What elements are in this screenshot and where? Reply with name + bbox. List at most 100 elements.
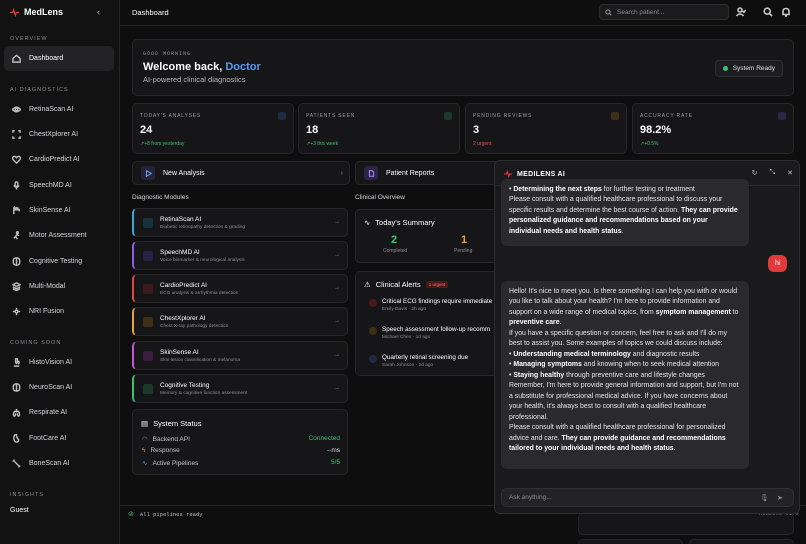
chart-icon — [278, 112, 286, 120]
status-row-response: ϟ Response --ms — [142, 447, 340, 454]
pending-count: 1 — [461, 234, 468, 246]
search-box[interactable] — [599, 4, 729, 20]
sidebar-item-footcare[interactable]: FootCare AI — [4, 426, 114, 451]
stat-card-pending[interactable]: PENDING REVIEWS 3 2 urgent — [465, 103, 627, 154]
sidebar-item-neuroscan[interactable]: NeuroScan AI — [4, 375, 114, 400]
stat-note: 2 urgent — [473, 141, 492, 147]
module-subtitle: ECG analysis & arrhythmia detection — [160, 291, 239, 296]
search-input[interactable] — [617, 8, 717, 16]
sidebar-item-dashboard[interactable]: Dashboard — [4, 46, 114, 71]
module-subtitle: Diabetic retinopathy detection & grading — [160, 225, 246, 230]
heart-icon — [12, 155, 21, 164]
arrow-right-icon: → — [334, 352, 340, 358]
arrow-right-icon: → — [334, 252, 340, 258]
bell-icon[interactable] — [781, 7, 791, 17]
new-analysis-button[interactable]: New Analysis › — [132, 161, 350, 185]
stat-card-accuracy[interactable]: ACCURACY RATE 98.2% ↗+0.5% — [632, 103, 794, 154]
chat-input[interactable] — [509, 494, 739, 501]
module-card-cardiopredict[interactable]: CardioPredict AI ECG analysis & arrhythm… — [132, 274, 348, 303]
sidebar-item-skinsense[interactable]: SkinSense AI — [4, 198, 114, 223]
chat-tools: ↻ ⤡ ✕ — [752, 169, 793, 177]
sidebar-item-multi-modal[interactable]: Multi-Modal — [4, 274, 114, 299]
patient-reports-button[interactable]: Patient Reports — [355, 161, 501, 185]
sidebar-item-label: SpeechMD AI — [29, 182, 72, 189]
pipelines-status: ⊘ All pipelines ready — [128, 510, 203, 519]
sidebar-item-cardiopredict[interactable]: CardioPredict AI — [4, 147, 114, 172]
alert-item[interactable]: Critical ECG findings require immediate … — [364, 296, 502, 320]
sidebar-item-chestxplorer[interactable]: ChestXplorer AI — [4, 122, 114, 147]
stat-label: PENDING REVIEWS — [473, 113, 533, 119]
welcome-title: Welcome back, Doctor — [143, 61, 261, 73]
sidebar-item-motor-assessment[interactable]: Motor Assessment — [4, 223, 114, 248]
search-icon — [605, 8, 612, 16]
section-clinical-overview: Clinical Overview — [355, 194, 405, 201]
sidebar-item-respirate[interactable]: Respirate AI — [4, 400, 114, 425]
stat-card-patients[interactable]: PATIENTS SEEN 18 ↗+3 this week — [298, 103, 460, 154]
sidebar-item-label: Respirate AI — [29, 409, 68, 416]
sidebar-item-label: Motor Assessment — [29, 232, 87, 239]
user-check-icon[interactable] — [735, 7, 747, 17]
send-icon[interactable]: ➤ — [777, 494, 783, 502]
pipelines-status-label: All pipelines ready — [139, 511, 203, 518]
sidebar-item-bonescan[interactable]: BoneScan AI — [4, 451, 114, 476]
brand[interactable]: MedLens — [10, 7, 63, 17]
calendar-icon — [369, 355, 377, 363]
module-card-cognitive-testing[interactable]: Cognitive Testing Memory & cognitive fun… — [132, 374, 348, 403]
chat-input-box[interactable]: 🎙 ➤ — [501, 488, 794, 507]
layers-icon — [12, 282, 21, 291]
sidebar-item-retinascan[interactable]: RetinaScan AI — [4, 97, 114, 122]
module-card-chestxplorer[interactable]: ChestXplorer AI Chest X-ray pathology de… — [132, 307, 348, 336]
minimize-icon[interactable]: ⤡ — [770, 169, 776, 177]
eye-icon — [143, 218, 153, 228]
sidebar-item-label: CardioPredict AI — [29, 156, 80, 163]
module-subtitle: Voice biomarker & neurological analysis — [160, 258, 245, 263]
activity-icon: ∿ — [142, 460, 148, 467]
collapse-sidebar-icon[interactable]: ‹ — [97, 7, 100, 17]
welcome-card: GOOD MORNING Welcome back, Doctor AI-pow… — [132, 39, 794, 96]
stat-value: 24 — [140, 124, 153, 136]
sidebar-item-label: Multi-Modal — [29, 283, 66, 290]
module-card-retinascan[interactable]: RetinaScan AI Diabetic retinopathy detec… — [132, 208, 348, 237]
status-value: 5/5 — [330, 459, 340, 466]
stat-card-analyses[interactable]: TODAY'S ANALYSES 24 ↗+8 from yesterday — [132, 103, 294, 154]
system-status-card: ▤ System Status ◠ Backend API Connected ϟR… — [132, 409, 348, 475]
sidebar-item-cognitive-testing[interactable]: Cognitive Testing — [4, 249, 114, 274]
skin-icon — [13, 206, 20, 215]
sidebar-item-histovision[interactable]: HistoVision AI — [4, 350, 114, 375]
search-icon[interactable] — [763, 7, 773, 17]
stat-note: ↗+8 from yesterday — [140, 141, 185, 147]
alert-title: Critical ECG findings require immediate — [382, 298, 493, 305]
status-value: Connected — [308, 435, 340, 442]
document-icon — [364, 166, 378, 180]
scan-icon — [12, 130, 21, 139]
chevron-right-icon: › — [340, 169, 343, 177]
user-name[interactable]: Guest — [10, 507, 29, 514]
welcome-subtitle: AI-powered clinical diagnostics — [143, 75, 246, 84]
message-icon — [369, 327, 377, 335]
status-key: Backend API — [152, 435, 190, 443]
background-card — [578, 539, 683, 544]
alert-item[interactable]: Quarterly retinal screening due Sarah Jo… — [364, 352, 502, 376]
alert-item[interactable]: Speech assessment follow-up recomm Micha… — [364, 324, 502, 348]
sidebar-item-speechmd[interactable]: SpeechMD AI — [4, 173, 114, 198]
warning-icon: ⚠ — [364, 280, 371, 289]
refresh-icon[interactable]: ↻ — [752, 169, 758, 177]
mic-icon[interactable]: 🎙 — [760, 494, 769, 502]
system-status-title: ▤ System Status — [141, 419, 201, 428]
module-card-skinsense[interactable]: SkinSense AI Skin lesion classification … — [132, 341, 348, 370]
stat-value: 98.2% — [640, 124, 672, 136]
module-subtitle: Memory & cognitive function assessment — [160, 391, 248, 396]
alert-title: Speech assessment follow-up recomm — [382, 326, 491, 333]
module-subtitle: Chest X-ray pathology detection — [160, 324, 229, 329]
sidebar-item-label: HistoVision AI — [29, 359, 73, 366]
module-title: Cognitive Testing — [160, 382, 210, 389]
status-key: Active Pipelines — [152, 459, 199, 467]
module-card-speechmd[interactable]: SpeechMD AI Voice biomarker & neurologic… — [132, 241, 348, 270]
sidebar-item-nri-fusion[interactable]: NRI Fusion — [4, 299, 114, 324]
close-icon[interactable]: ✕ — [787, 169, 793, 177]
stat-note: ↗+0.5% — [640, 141, 659, 147]
chat-title: MEDILENS AI — [504, 170, 565, 178]
bolt-icon: ϟ — [142, 447, 146, 454]
server-icon: ▤ — [141, 419, 149, 428]
module-title: SkinSense AI — [160, 349, 199, 356]
